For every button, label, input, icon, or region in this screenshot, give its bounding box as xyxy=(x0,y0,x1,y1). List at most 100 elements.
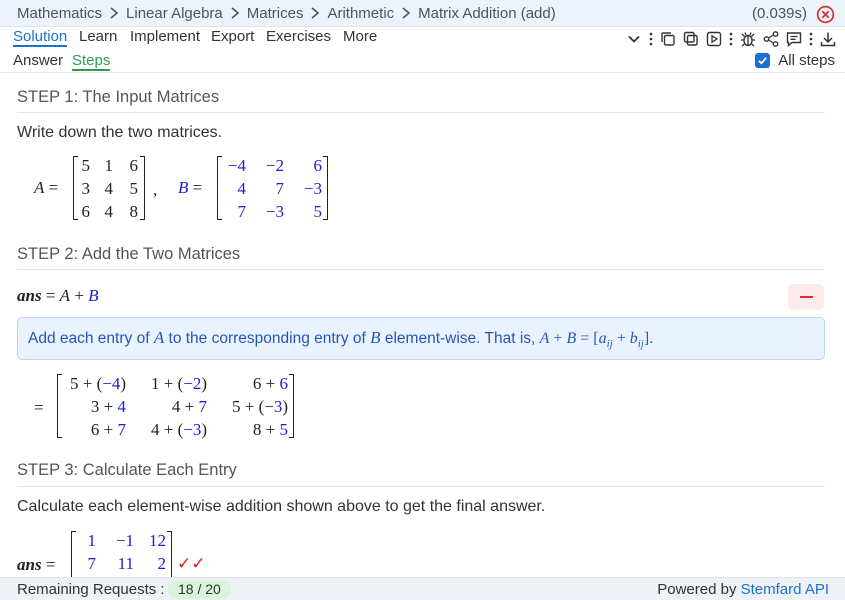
matrix-b-cell: 7 xyxy=(237,202,247,221)
all-steps-toggle[interactable]: All steps xyxy=(755,52,835,69)
matrix-b-cell: −2 xyxy=(265,156,284,175)
comma: , xyxy=(153,180,158,199)
checkbox-checked-icon[interactable] xyxy=(755,53,771,68)
step3-title: STEP 3: Calculate Each Entry xyxy=(17,461,237,479)
sum-cell-a: 6 xyxy=(90,420,100,439)
matrix-b-cell: 6 xyxy=(313,156,323,175)
bug-icon[interactable] xyxy=(739,30,757,48)
chevron-down-icon[interactable] xyxy=(625,30,643,48)
duplicate-icon[interactable] xyxy=(682,30,700,48)
chevron-right-icon xyxy=(394,7,418,19)
info-box: Add each entry of A to the corresponding… xyxy=(17,317,825,360)
sum-cell: 8 + 5 xyxy=(252,420,288,439)
tab-more[interactable]: More xyxy=(343,28,377,45)
bracket-left xyxy=(71,531,76,583)
sum-cell: 5 + (−3) xyxy=(231,397,288,416)
sum-cell-b: −2 xyxy=(183,374,202,393)
tab-learn[interactable]: Learn xyxy=(79,28,117,45)
breadcrumb-item-matrix-addition: Matrix Addition (add) xyxy=(418,4,556,22)
breadcrumb-item-matrices[interactable]: Matrices xyxy=(247,5,304,22)
sum-cell: 3 + 4 xyxy=(90,397,127,416)
subtab-bar: Answer Steps All steps xyxy=(0,50,845,73)
sum-cell-a: 5 xyxy=(69,374,79,393)
info-suffix: element-wise. That is, xyxy=(384,330,536,347)
sum-cell-a: 4 xyxy=(171,397,181,416)
info-matrix-b: B xyxy=(370,328,381,347)
check-icon: ✓✓ xyxy=(177,554,206,573)
matrix-b-cell: −4 xyxy=(227,156,246,175)
sum-cell-a: 3 xyxy=(90,397,100,416)
breadcrumb: Mathematics Linear Algebra Matrices Arit… xyxy=(0,0,845,27)
sum-cell-b: −3 xyxy=(264,397,283,416)
close-circle-icon[interactable] xyxy=(816,5,835,24)
tab-export[interactable]: Export xyxy=(211,28,254,45)
more-vertical-icon[interactable] xyxy=(808,30,814,48)
share-icon[interactable] xyxy=(762,30,780,48)
comment-icon[interactable] xyxy=(785,30,803,48)
remaining-requests-label: Remaining Requests : xyxy=(17,581,165,598)
sum-cell-b: −4 xyxy=(102,374,121,393)
more-vertical-icon[interactable] xyxy=(648,30,654,48)
tab-implement[interactable]: Implement xyxy=(130,28,200,45)
breadcrumb-item-arithmetic[interactable]: Arithmetic xyxy=(327,5,394,22)
result-cell: 7 xyxy=(87,554,97,573)
step2-title: STEP 2: Add the Two Matrices xyxy=(17,245,241,263)
chevron-right-icon xyxy=(303,7,327,19)
sum-cell: 6 + 6 xyxy=(252,374,289,393)
sum-cell-b: 7 xyxy=(117,420,127,439)
result-cell: −1 xyxy=(115,531,134,550)
bracket-right xyxy=(140,156,145,220)
result-cell: 1 xyxy=(87,531,97,550)
matrix-a-cell: 5 xyxy=(81,156,91,175)
matrix-b-cell: −3 xyxy=(303,179,322,198)
subtab-steps[interactable]: Steps xyxy=(72,52,111,71)
step3-text: Calculate each element-wise addition sho… xyxy=(17,498,546,515)
breadcrumb-item-mathematics[interactable]: Mathematics xyxy=(17,5,102,22)
matrix-b-label: B = xyxy=(178,178,203,197)
step2-equation: ans = A + B xyxy=(17,286,99,305)
sum-cell: 1 + (−2) xyxy=(150,374,207,393)
sum-cell: 4 + (−3) xyxy=(150,420,207,439)
stemfard-api-link[interactable]: Stemfard API xyxy=(741,581,829,598)
download-icon[interactable] xyxy=(819,30,837,48)
step1-title: STEP 1: The Input Matrices xyxy=(17,88,220,106)
subtab-answer[interactable]: Answer xyxy=(13,52,63,69)
all-steps-label: All steps xyxy=(778,52,835,69)
breadcrumb-item-linear-algebra[interactable]: Linear Algebra xyxy=(126,5,223,22)
powered-by: Powered by Stemfard API xyxy=(657,581,829,598)
bracket-left xyxy=(73,156,78,220)
matrix-a-cell: 4 xyxy=(104,202,114,221)
tab-solution[interactable]: Solution xyxy=(13,28,68,47)
sum-cell-b: 4 xyxy=(117,397,127,416)
matrix-b-cell: 5 xyxy=(313,202,323,221)
more-vertical-icon[interactable] xyxy=(728,30,734,48)
matrix-b-cell: 4 xyxy=(237,179,247,198)
matrix-a-cell: 4 xyxy=(104,179,114,198)
matrix-a-cell: 5 xyxy=(129,179,139,198)
tab-exercises[interactable]: Exercises xyxy=(266,28,331,45)
bracket-left xyxy=(57,374,62,438)
equals-sign: = xyxy=(34,398,44,417)
sum-cell-b: 6 xyxy=(279,374,289,393)
sum-cell-a: 8 xyxy=(252,420,262,439)
matrix-a-cell: 1 xyxy=(104,156,114,175)
step-divider xyxy=(17,269,825,270)
bracket-right xyxy=(323,156,328,220)
copy-icon[interactable] xyxy=(659,30,677,48)
matrix-b-cell: −3 xyxy=(265,202,284,221)
collapse-button[interactable] xyxy=(788,284,824,310)
quota-badge: 18 / 20 xyxy=(168,580,231,599)
play-icon[interactable] xyxy=(705,30,723,48)
ans-label: ans = xyxy=(17,555,56,574)
step-divider xyxy=(17,486,825,487)
chevron-right-icon xyxy=(102,7,126,19)
powered-prefix: Powered by xyxy=(657,581,737,598)
result-cell: 12 xyxy=(149,531,166,550)
matrix-a-cell: 3 xyxy=(81,179,91,198)
sum-cell-a: 1 xyxy=(150,374,160,393)
matrix-a-cell: 8 xyxy=(129,202,139,221)
result-cell: 11 xyxy=(117,554,134,573)
matrix-a-cell: 6 xyxy=(81,202,91,221)
timing-readout: (0.039s) xyxy=(751,5,807,22)
bracket-right xyxy=(289,374,294,438)
